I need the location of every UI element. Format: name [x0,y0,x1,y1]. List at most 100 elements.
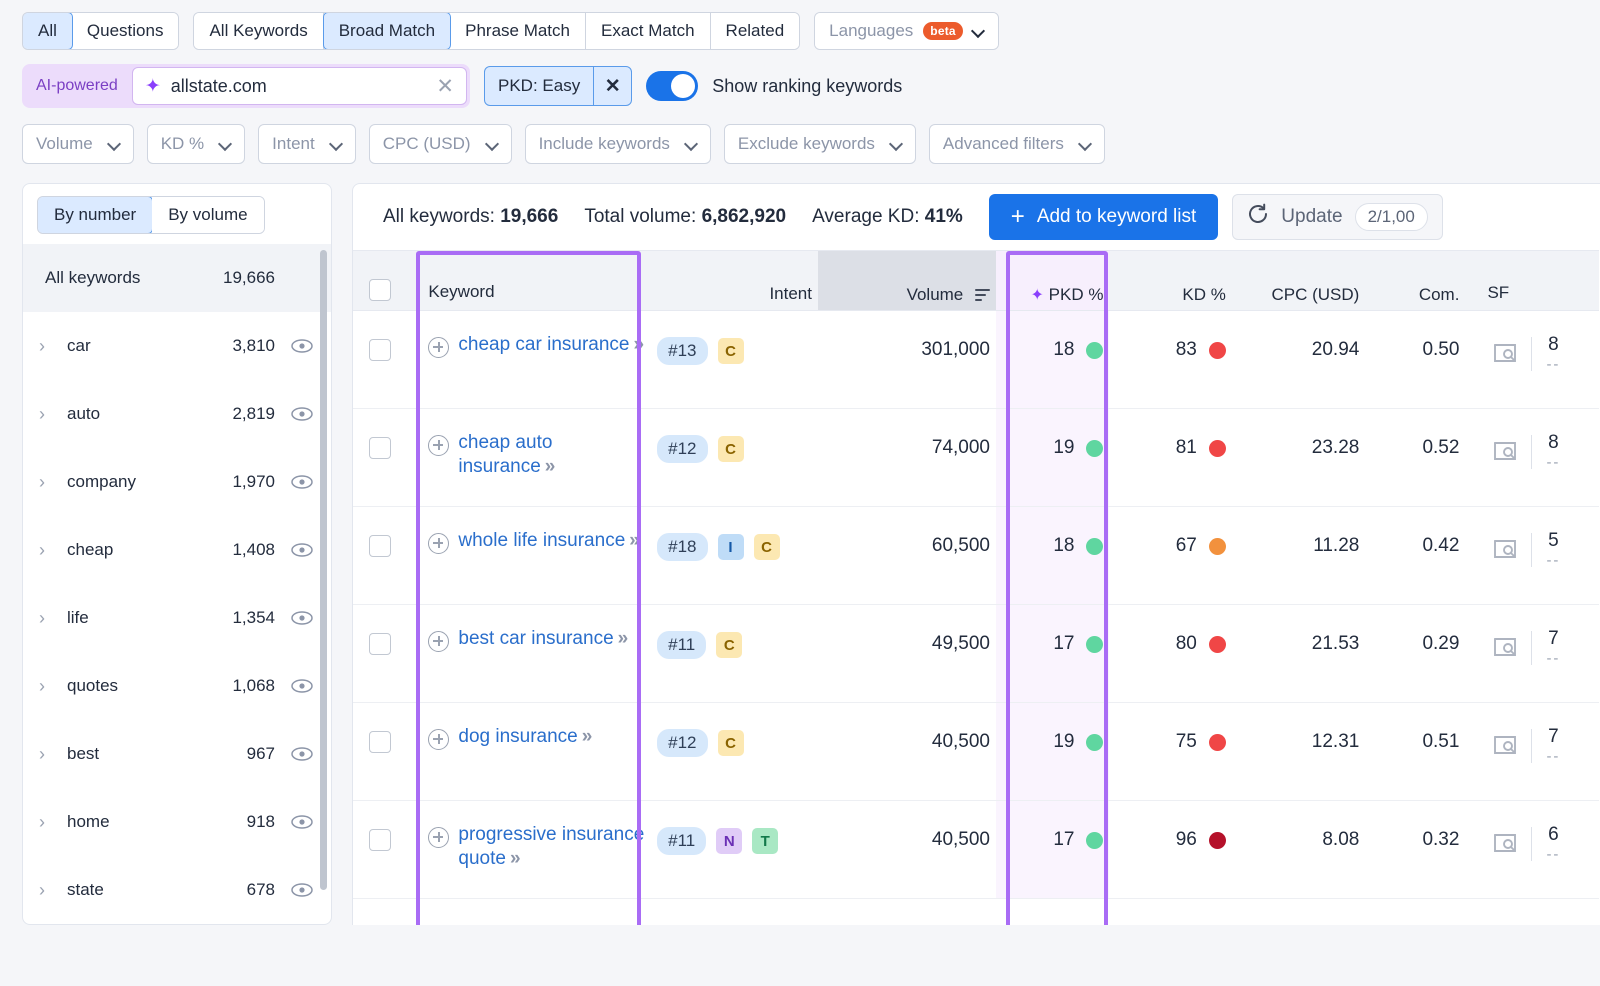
chevron-right-icon[interactable]: › [39,608,59,629]
column-header-pkd[interactable]: ✦ PKD % [996,250,1110,311]
expand-chevrons-icon[interactable]: » [578,726,593,747]
expand-chevrons-icon[interactable]: » [614,628,629,649]
eye-icon[interactable] [287,611,313,625]
add-keyword-icon[interactable] [428,729,450,750]
intent-badge-C[interactable]: C [717,436,744,462]
expand-chevrons-icon[interactable]: » [541,456,556,477]
tab-all[interactable]: All [23,13,73,49]
column-header-kd[interactable]: KD % [1109,250,1232,311]
chevron-right-icon[interactable]: › [39,540,59,561]
sidebar-tab-by-volume[interactable]: By volume [152,197,264,233]
table-row[interactable]: dog insurance» #12 C 40,500 19 75 12.31 … [353,702,1599,801]
languages-dropdown[interactable]: Languages beta [814,12,999,50]
column-header-intent[interactable]: Intent [651,250,818,311]
filter-kd[interactable]: KD % [146,124,246,164]
column-header-sf[interactable]: SF [1465,250,1599,311]
chevron-right-icon[interactable]: › [39,880,59,901]
keyword-link[interactable]: cheap auto insurance» [458,431,645,480]
chevron-right-icon[interactable]: › [39,812,59,833]
add-keyword-icon[interactable] [428,533,450,554]
row-checkbox[interactable] [368,731,391,753]
chevron-right-icon[interactable]: › [39,472,59,493]
chevron-right-icon[interactable]: › [39,744,59,765]
table-row[interactable]: best car insurance» #11 C 49,500 17 80 2… [353,604,1599,703]
serp-position-badge[interactable]: #13 [657,337,708,365]
keyword-link[interactable]: dog insurance» [458,725,593,749]
sidebar-scrollbar[interactable] [320,250,327,890]
clear-search-icon[interactable]: ✕ [436,76,454,97]
serp-feature-icon[interactable] [1493,735,1517,757]
serp-position-badge[interactable]: #18 [657,533,708,561]
add-to-keyword-list-button[interactable]: + Add to keyword list [988,194,1219,240]
show-ranking-keywords-toggle[interactable] [646,71,699,101]
keyword-link[interactable]: progressive insurance quote» [458,823,645,872]
table-row[interactable]: whole life insurance» #18 IC 60,500 18 6… [353,506,1599,605]
filter-advanced[interactable]: Advanced filters [928,124,1105,164]
pkd-easy-chip[interactable]: PKD: Easy ✕ [484,66,633,106]
add-keyword-icon[interactable] [428,631,450,652]
search-input[interactable]: ✦ allstate.com ✕ [131,67,467,105]
chevron-right-icon[interactable]: › [39,404,59,425]
keyword-link[interactable]: cheap car insurance» [458,333,645,357]
intent-badge-N[interactable]: N [716,828,743,854]
expand-chevrons-icon[interactable]: » [506,848,521,869]
serp-feature-icon[interactable] [1493,441,1517,463]
column-header-com[interactable]: Com. [1365,250,1466,311]
tab-questions[interactable]: Questions [71,13,179,49]
sidebar-item-quotes[interactable]: › quotes 1,068 [23,652,331,720]
row-checkbox[interactable] [368,829,391,851]
row-checkbox[interactable] [368,339,391,361]
select-all-checkbox[interactable] [368,279,391,301]
serp-position-badge[interactable]: #12 [657,729,708,757]
filter-include-keywords[interactable]: Include keywords [524,124,711,164]
add-keyword-icon[interactable] [428,435,450,456]
filter-volume[interactable]: Volume [22,124,134,164]
column-header-keyword[interactable]: Keyword [406,250,652,311]
keyword-link[interactable]: whole life insurance» [458,529,640,553]
eye-icon[interactable] [287,339,313,353]
intent-badge-T[interactable]: T [752,828,779,854]
serp-feature-icon[interactable] [1493,539,1517,561]
sidebar-item-life[interactable]: › life 1,354 [23,584,331,652]
serp-position-badge[interactable]: #12 [657,435,708,463]
chevron-right-icon[interactable]: › [39,676,59,697]
serp-position-badge[interactable]: #11 [657,631,707,659]
add-keyword-icon[interactable] [428,827,450,848]
serp-feature-icon[interactable] [1493,343,1517,365]
serp-feature-icon[interactable] [1493,833,1517,855]
sidebar-item-home[interactable]: › home 918 [23,788,331,856]
sidebar-item-all-keywords[interactable]: All keywords 19,666 [23,244,331,312]
languages-dropdown-inner[interactable]: Languages beta [815,13,998,49]
intent-badge-I[interactable]: I [717,534,744,560]
sidebar-item-company[interactable]: › company 1,970 [23,448,331,516]
table-row[interactable]: cheap car insurance» #13 C 301,000 18 83… [353,310,1599,409]
chevron-right-icon[interactable]: › [39,336,59,357]
eye-icon[interactable] [287,407,313,421]
intent-badge-C[interactable]: C [753,534,780,560]
eye-icon[interactable] [287,815,313,829]
pkd-chip-close-icon[interactable]: ✕ [593,67,631,105]
column-header-volume[interactable]: Volume [818,250,996,311]
tab-broad-match[interactable]: Broad Match [322,13,452,49]
expand-chevrons-icon[interactable]: » [625,530,640,551]
sidebar-item-auto[interactable]: › auto 2,819 [23,380,331,448]
tab-exact-match[interactable]: Exact Match [586,13,711,49]
eye-icon[interactable] [287,747,313,761]
serp-feature-icon[interactable] [1493,637,1517,659]
expand-chevrons-icon[interactable]: » [630,334,645,355]
sidebar-item-best[interactable]: › best 967 [23,720,331,788]
filter-intent[interactable]: Intent [258,124,356,164]
column-header-cpc[interactable]: CPC (USD) [1231,250,1366,311]
keyword-link[interactable]: best car insurance» [458,627,629,651]
eye-icon[interactable] [287,883,313,897]
intent-badge-C[interactable]: C [716,632,743,658]
sidebar-item-cheap[interactable]: › cheap 1,408 [23,516,331,584]
intent-badge-C[interactable]: C [717,730,744,756]
add-keyword-icon[interactable] [428,337,450,358]
table-row[interactable]: cheap auto insurance» #12 C 74,000 19 81… [353,408,1599,507]
eye-icon[interactable] [287,543,313,557]
intent-badge-C[interactable]: C [717,338,744,364]
filter-exclude-keywords[interactable]: Exclude keywords [723,124,916,164]
eye-icon[interactable] [287,475,313,489]
sort-descending-icon[interactable] [975,289,990,301]
